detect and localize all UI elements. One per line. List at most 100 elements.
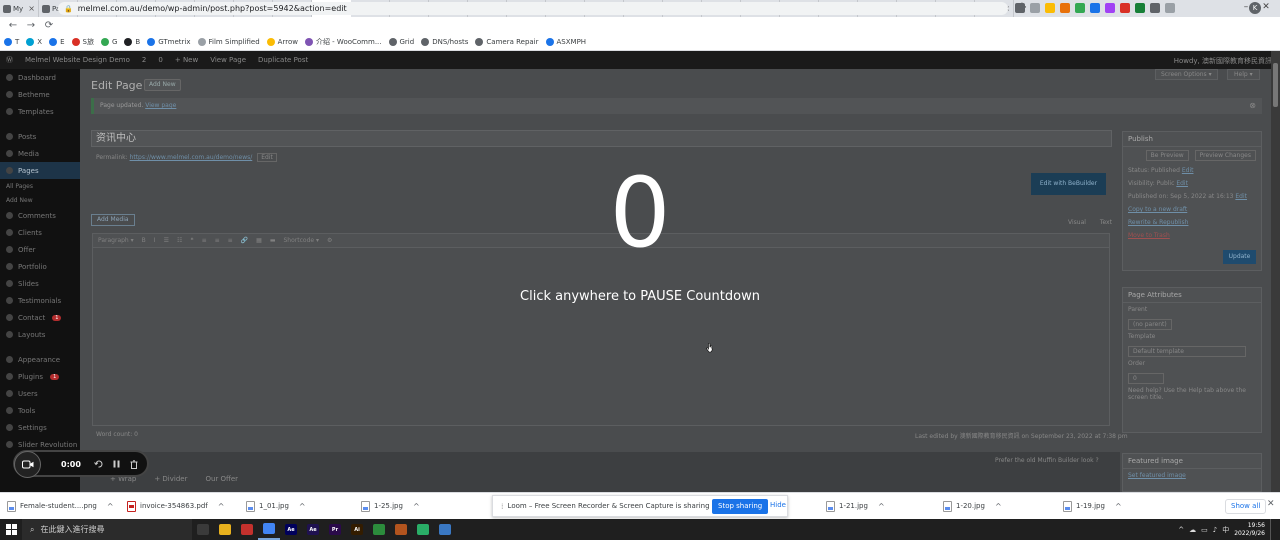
taskbar-app[interactable] [192,519,214,540]
tray-icon[interactable]: ▭ [1201,526,1208,534]
download-item[interactable]: 1_01.jpg ^ [246,499,306,513]
reload-icon[interactable]: ⟳ [40,20,58,31]
bookmark-item[interactable]: G [100,38,117,46]
bookmark-item[interactable]: Arrow [266,38,298,46]
sidebar-item[interactable]: Layouts [0,326,80,343]
download-item[interactable]: Female-student....png ^ [7,499,114,513]
delete-icon[interactable] [129,459,139,469]
taskbar-app[interactable]: Ai [346,519,368,540]
builder-item[interactable]: + Divider [154,475,187,483]
extension-icon[interactable] [1120,3,1130,13]
tray-icon[interactable]: ☁ [1189,526,1196,534]
sidebar-item[interactable]: Tools [0,402,80,419]
chevron-up-icon[interactable]: ^ [299,502,306,511]
add-new-button[interactable]: Add New [144,79,181,91]
close-tab-icon[interactable]: × [28,4,35,13]
address-bar[interactable]: 🔒 melmel.com.au/demo/wp-admin/post.php?p… [58,2,1008,15]
set-featured-link[interactable]: Set featured image [1128,472,1186,479]
show-all-downloads-button[interactable]: Show all [1225,499,1267,514]
sidebar-item[interactable]: Contact 1 [0,309,80,326]
forward-icon[interactable]: → [22,20,40,31]
content-editor[interactable] [92,248,1110,426]
scrollbar-thumb[interactable] [1273,63,1278,107]
template-select[interactable]: Default template [1128,346,1246,357]
bookmark-item[interactable]: S旅 [71,37,94,47]
wordpress-logo-icon[interactable]: Ⓦ [6,55,13,65]
dismiss-icon[interactable]: ⊗ [1249,98,1256,114]
chevron-up-icon[interactable]: ^ [995,502,1002,511]
stop-sharing-button[interactable]: Stop sharing [712,499,769,514]
admin-bar-item[interactable]: Duplicate Post [258,56,308,64]
bookmark-item[interactable]: X [26,38,42,46]
bookmark-item[interactable]: Camera Repair [475,38,539,46]
sidebar-item[interactable]: Dashboard [0,69,80,86]
bookmark-item[interactable]: Grid [388,38,414,46]
drag-handle-icon[interactable]: ⁞ [501,502,504,511]
countdown-number[interactable]: 0 [0,158,1280,268]
chevron-up-icon[interactable]: ^ [413,502,420,511]
restart-icon[interactable] [93,459,103,469]
prefer-old-link[interactable]: Prefer the old Muffin Builder look ? [995,457,1099,464]
taskbar-app[interactable] [214,519,236,540]
extension-icon[interactable] [1060,3,1070,13]
input-language[interactable]: 中 [1222,525,1229,535]
show-desktop-button[interactable] [1270,519,1274,540]
tray-icon[interactable]: ^ [1178,526,1184,534]
extension-icon[interactable] [1135,3,1145,13]
taskbar-clock[interactable]: 19:56 2022/9/26 [1234,522,1265,538]
bookmark-item[interactable]: GTmetrix [147,38,191,46]
screen-cast-icon[interactable] [1015,3,1025,13]
taskbar-app[interactable]: Ae [280,519,302,540]
sidebar-icon[interactable] [1165,3,1175,13]
profile-avatar[interactable]: K [1249,2,1261,14]
hide-banner-button[interactable]: Hide [770,501,786,509]
admin-bar-item[interactable]: View Page [210,56,246,64]
chevron-up-icon[interactable]: ^ [878,502,885,511]
bookmark-item[interactable]: DNS/hosts [421,38,468,46]
taskbar-app[interactable] [412,519,434,540]
countdown-hint[interactable]: Click anywhere to PAUSE Countdown [0,289,1280,304]
page-scrollbar[interactable] [1271,51,1280,492]
builder-item[interactable]: Our Offer [205,475,238,483]
taskbar-app[interactable]: Ae [302,519,324,540]
tray-icon[interactable]: ♪ [1213,526,1217,534]
download-item[interactable]: 1-20.jpg ^ [943,499,1002,513]
post-title-input[interactable]: 资讯中心 [91,130,1112,147]
start-button[interactable] [0,519,22,540]
taskbar-app[interactable] [368,519,390,540]
extension-icon[interactable] [1090,3,1100,13]
bookmark-item[interactable]: B [124,38,140,46]
puzzle-icon[interactable] [1150,3,1160,13]
chevron-up-icon[interactable]: ^ [107,502,114,511]
taskbar-app[interactable] [236,519,258,540]
extension-icon[interactable] [1105,3,1115,13]
admin-bar-item[interactable]: 0 [158,56,162,64]
sidebar-item[interactable]: Posts [0,128,80,145]
taskbar-search[interactable]: ⌕ 在此鍵入進行搜尋 [22,519,192,540]
admin-bar-item[interactable]: + New [175,56,198,64]
sidebar-item[interactable]: Templates [0,103,80,120]
help-button[interactable]: Help ▾ [1227,69,1260,80]
bookmark-item[interactable]: ASXMPH [545,38,586,46]
extension-icon[interactable] [1075,3,1085,13]
sidebar-item[interactable]: Appearance [0,351,80,368]
parent-select[interactable]: (no parent) [1128,319,1172,330]
bookmark-star-icon[interactable] [1045,3,1055,13]
bookmark-item[interactable]: E [49,38,65,46]
admin-bar-item[interactable]: 2 [142,56,146,64]
camera-toggle[interactable] [14,451,41,478]
order-input[interactable]: 0 [1128,373,1164,384]
download-item[interactable]: 1-25.jpg ^ [361,499,420,513]
taskbar-app[interactable]: Pr [324,519,346,540]
bookmark-item[interactable]: Film Simplified [197,38,260,46]
download-item[interactable]: invoice-354863.pdf ^ [127,499,224,513]
browser-tab[interactable]: My × [0,0,39,17]
bookmark-item[interactable]: T [4,38,19,46]
sidebar-item[interactable]: Betheme [0,86,80,103]
admin-bar-item[interactable]: Melmel Website Design Demo [25,56,130,64]
download-item[interactable]: 1-19.jpg ^ [1063,499,1122,513]
share-icon[interactable] [1030,3,1040,13]
download-item[interactable]: 1-21.jpg ^ [826,499,885,513]
sidebar-item[interactable]: Users [0,385,80,402]
sidebar-item[interactable]: Plugins 1 [0,368,80,385]
